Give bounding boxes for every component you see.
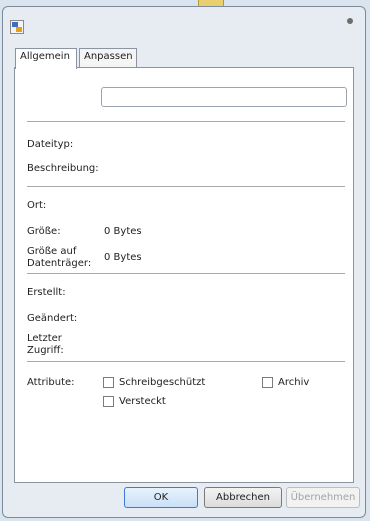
checkbox-box[interactable] xyxy=(262,377,273,388)
filename-input[interactable] xyxy=(101,87,347,107)
properties-dialog: Allgemein Anpassen Dateityp: Beschreibun… xyxy=(2,6,366,518)
tab-general[interactable]: Allgemein xyxy=(15,48,77,69)
attributes-label: Attribute: xyxy=(27,377,75,388)
accessed-label-line2: Zugriff: xyxy=(27,345,64,356)
separator xyxy=(27,121,345,122)
separator xyxy=(27,273,345,274)
hidden-checkbox[interactable]: Versteckt xyxy=(103,396,166,407)
archive-checkbox[interactable]: Archiv xyxy=(262,377,309,388)
size-on-disk-label-line2: Datenträger: xyxy=(27,258,92,269)
checkbox-box[interactable] xyxy=(103,377,114,388)
created-label: Erstellt: xyxy=(27,287,66,298)
readonly-checkbox[interactable]: Schreibgeschützt xyxy=(103,377,205,388)
cancel-button[interactable]: Abbrechen xyxy=(204,487,282,508)
separator xyxy=(27,186,345,187)
separator xyxy=(27,361,345,362)
description-label: Beschreibung: xyxy=(27,163,99,174)
apply-button[interactable]: Übernehmen xyxy=(286,487,360,508)
checkbox-box[interactable] xyxy=(103,396,114,407)
size-label: Größe: xyxy=(27,226,61,237)
size-on-disk-label-line1: Größe auf xyxy=(27,246,77,257)
filetype-label: Dateityp: xyxy=(27,139,74,150)
modified-label: Geändert: xyxy=(27,313,78,324)
readonly-label: Schreibgeschützt xyxy=(119,377,206,388)
tab-customize[interactable]: Anpassen xyxy=(79,48,137,68)
app-icon xyxy=(10,20,24,34)
size-value: 0 Bytes xyxy=(104,226,142,237)
title-bar[interactable] xyxy=(3,7,365,41)
location-label: Ort: xyxy=(27,200,47,211)
general-tab-panel: Dateityp: Beschreibung: Ort: Größe: 0 By… xyxy=(14,67,354,483)
archive-label: Archiv xyxy=(278,377,310,388)
accessed-label-line1: Letzter xyxy=(27,333,62,344)
close-icon[interactable] xyxy=(347,18,353,24)
ok-button[interactable]: OK xyxy=(124,487,198,508)
hidden-label: Versteckt xyxy=(119,396,166,407)
size-on-disk-value: 0 Bytes xyxy=(104,252,142,263)
